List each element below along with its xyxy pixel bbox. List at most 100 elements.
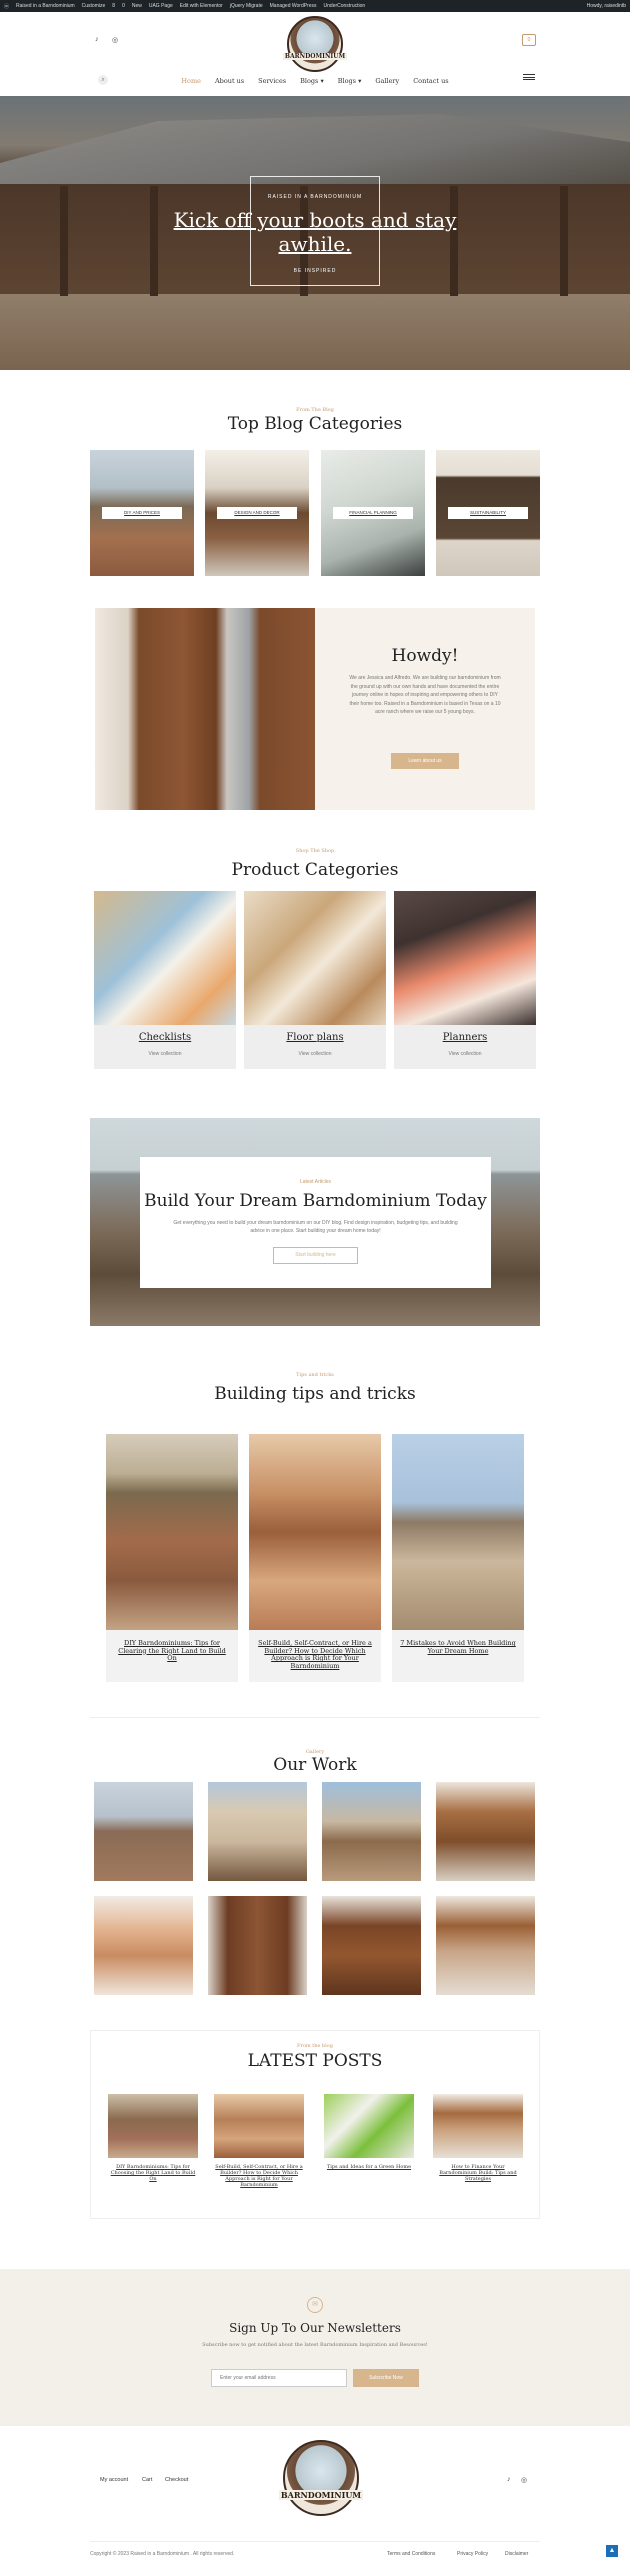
hero-title[interactable]: Kick off your boots and stay awhile. bbox=[170, 208, 460, 256]
footer-terms-link[interactable]: Terms and Conditions bbox=[387, 2551, 435, 2557]
product-image[interactable] bbox=[244, 891, 386, 1025]
site-logo[interactable]: BARNDOMINIUM bbox=[282, 16, 348, 72]
hero-button[interactable]: BE INSPIRED bbox=[0, 268, 630, 274]
product-title-link[interactable]: Planners bbox=[394, 1032, 536, 1043]
product-card-checklists[interactable]: Checklists View collection bbox=[94, 891, 236, 1069]
footer-logo[interactable]: BARNDOMINIUM bbox=[278, 2440, 364, 2516]
tip-title[interactable]: 7 Mistakes to Avoid When Building Your D… bbox=[400, 1639, 516, 1655]
latest-post-card[interactable]: Self-Build, Self-Contract, or Hire a Bui… bbox=[214, 2094, 304, 2188]
blog-card-label[interactable]: SUSTAINABILITY bbox=[448, 507, 528, 519]
gallery-image[interactable] bbox=[436, 1896, 535, 1995]
nav-about[interactable]: About us bbox=[215, 77, 244, 91]
latest-post-title[interactable]: DIY Barndominiums: Tips for Choosing the… bbox=[108, 2164, 198, 2182]
tip-title[interactable]: Self-Build, Self-Contract, or Hire a Bui… bbox=[257, 1639, 373, 1670]
latest-post-image[interactable] bbox=[108, 2094, 198, 2158]
admin-item-customize[interactable]: Customize bbox=[82, 3, 106, 9]
admin-item-elementor[interactable]: Edit with Elementor bbox=[180, 3, 223, 9]
tip-image[interactable] bbox=[249, 1434, 381, 1630]
footer-link-account[interactable]: My account bbox=[100, 2477, 128, 2483]
latest-post-image[interactable] bbox=[433, 2094, 523, 2158]
admin-item-comments[interactable]: 0 bbox=[122, 3, 125, 9]
tip-card[interactable]: 7 Mistakes to Avoid When Building Your D… bbox=[392, 1434, 524, 1682]
admin-item-updates[interactable]: 8 bbox=[112, 3, 115, 9]
cart-icon[interactable]: 0 bbox=[522, 34, 536, 46]
blog-title: Top Blog Categories bbox=[227, 414, 403, 434]
menu-icon[interactable] bbox=[523, 74, 535, 80]
gallery-image[interactable] bbox=[436, 1782, 535, 1881]
tiktok-icon[interactable]: ♪ bbox=[95, 36, 99, 43]
kitchen-image bbox=[95, 608, 315, 810]
main-nav: Home About us Services Blogs ▾ Blogs ▾ G… bbox=[0, 77, 630, 91]
product-sub[interactable]: View collection bbox=[94, 1051, 236, 1057]
blog-card-sustainability[interactable]: SUSTAINABILITY bbox=[436, 450, 540, 576]
wp-logo-icon[interactable]: ⓦ bbox=[4, 3, 9, 10]
latest-post-card[interactable]: Tips and Ideas for a Green Home bbox=[324, 2094, 414, 2170]
tip-title[interactable]: DIY Barndominiums: Tips for Clearing the… bbox=[114, 1639, 230, 1663]
nav-blogs-2[interactable]: Blogs ▾ bbox=[338, 77, 362, 91]
tip-card[interactable]: DIY Barndominiums: Tips for Clearing the… bbox=[106, 1434, 238, 1682]
product-title-link[interactable]: Floor plans bbox=[244, 1032, 386, 1043]
blog-card-label[interactable]: DESIGN AND DECOR bbox=[217, 507, 297, 519]
latest-post-title[interactable]: Tips and Ideas for a Green Home bbox=[324, 2164, 414, 2170]
blog-card-design[interactable]: DESIGN AND DECOR bbox=[205, 450, 309, 576]
nav-home[interactable]: Home bbox=[181, 77, 201, 91]
admin-item-site[interactable]: Raised in a Barndominium bbox=[16, 3, 75, 9]
blog-card-label[interactable]: DIY AND PRICES bbox=[102, 507, 182, 519]
gallery-image[interactable] bbox=[322, 1896, 421, 1995]
product-sub[interactable]: View collection bbox=[244, 1051, 386, 1057]
scroll-to-top-icon[interactable]: ▲ bbox=[606, 2545, 618, 2557]
copyright-text: Copyright © 2023 Raised in a Barndominiu… bbox=[90, 2551, 235, 2557]
footer-privacy-link[interactable]: Privacy Policy bbox=[457, 2551, 488, 2557]
blog-card-finance[interactable]: FINANCIAL PLANNING bbox=[321, 450, 425, 576]
latest-post-image[interactable] bbox=[324, 2094, 414, 2158]
nav-blogs[interactable]: Blogs ▾ bbox=[300, 77, 324, 91]
latest-post-image[interactable] bbox=[214, 2094, 304, 2158]
footer-disclaimer-link[interactable]: Disclaimer bbox=[505, 2551, 528, 2557]
tiktok-icon[interactable]: ♪ bbox=[507, 2476, 511, 2483]
latest-post-title[interactable]: Self-Build, Self-Contract, or Hire a Bui… bbox=[214, 2164, 304, 2188]
admin-item-new[interactable]: New bbox=[132, 3, 142, 9]
newsletter-email-input[interactable] bbox=[211, 2369, 347, 2387]
newsletter-title: Sign Up To Our Newsletters bbox=[229, 2321, 401, 2335]
admin-item-managed[interactable]: Managed WordPress bbox=[270, 3, 317, 9]
latest-post-card[interactable]: DIY Barndominiums: Tips for Choosing the… bbox=[108, 2094, 198, 2182]
admin-bar: ⓦ Raised in a Barndominium Customize 8 0… bbox=[0, 0, 630, 12]
instagram-icon[interactable]: ◎ bbox=[521, 2476, 527, 2484]
howdy-text: We are Jessica and Alfredo. We are build… bbox=[349, 675, 501, 715]
start-building-button[interactable]: Start building here bbox=[273, 1247, 358, 1264]
instagram-icon[interactable]: ◎ bbox=[112, 36, 118, 44]
admin-item-construction[interactable]: UnderConstruction bbox=[324, 3, 366, 9]
tip-card[interactable]: Self-Build, Self-Contract, or Hire a Bui… bbox=[249, 1434, 381, 1682]
gallery-image[interactable] bbox=[94, 1782, 193, 1881]
subscribe-button[interactable]: Subscribe Now bbox=[353, 2369, 419, 2387]
footer-link-cart[interactable]: Cart bbox=[142, 2477, 152, 2483]
gallery-image[interactable] bbox=[208, 1782, 307, 1881]
blog-card-label[interactable]: FINANCIAL PLANNING bbox=[333, 507, 413, 519]
product-card-planners[interactable]: Planners View collection bbox=[394, 891, 536, 1069]
tip-image[interactable] bbox=[392, 1434, 524, 1630]
blog-card-diy[interactable]: DIY AND PRICES bbox=[90, 450, 194, 576]
nav-contact[interactable]: Contact us bbox=[413, 77, 448, 91]
product-card-floorplans[interactable]: Floor plans View collection bbox=[244, 891, 386, 1069]
latest-eyebrow: From the blog bbox=[297, 2043, 333, 2049]
footer-link-checkout[interactable]: Checkout bbox=[165, 2477, 188, 2483]
product-title-link[interactable]: Checklists bbox=[94, 1032, 236, 1043]
product-image[interactable] bbox=[394, 891, 536, 1025]
product-sub[interactable]: View collection bbox=[394, 1051, 536, 1057]
admin-item-jquery[interactable]: jQuery Migrate bbox=[230, 3, 263, 9]
admin-user[interactable]: Howdy, raisedintb bbox=[587, 3, 626, 9]
latest-post-card[interactable]: How to Finance Your Barndominium Build: … bbox=[433, 2094, 523, 2182]
product-eyebrow: Shop The Shop bbox=[295, 848, 335, 854]
latest-post-title[interactable]: How to Finance Your Barndominium Build: … bbox=[433, 2164, 523, 2182]
gallery-image[interactable] bbox=[322, 1782, 421, 1881]
admin-item-uag[interactable]: UAG Page bbox=[149, 3, 173, 9]
gallery-image[interactable] bbox=[94, 1896, 193, 1995]
dream-eyebrow: Latest Articles bbox=[299, 1179, 332, 1185]
nav-gallery[interactable]: Gallery bbox=[375, 77, 399, 91]
learn-about-button[interactable]: Learn about us bbox=[391, 753, 459, 769]
gallery-image[interactable] bbox=[208, 1896, 307, 1995]
footer-logo-text: BARNDOMINIUM bbox=[278, 2490, 364, 2500]
product-image[interactable] bbox=[94, 891, 236, 1025]
nav-services[interactable]: Services bbox=[258, 77, 286, 91]
tip-image[interactable] bbox=[106, 1434, 238, 1630]
